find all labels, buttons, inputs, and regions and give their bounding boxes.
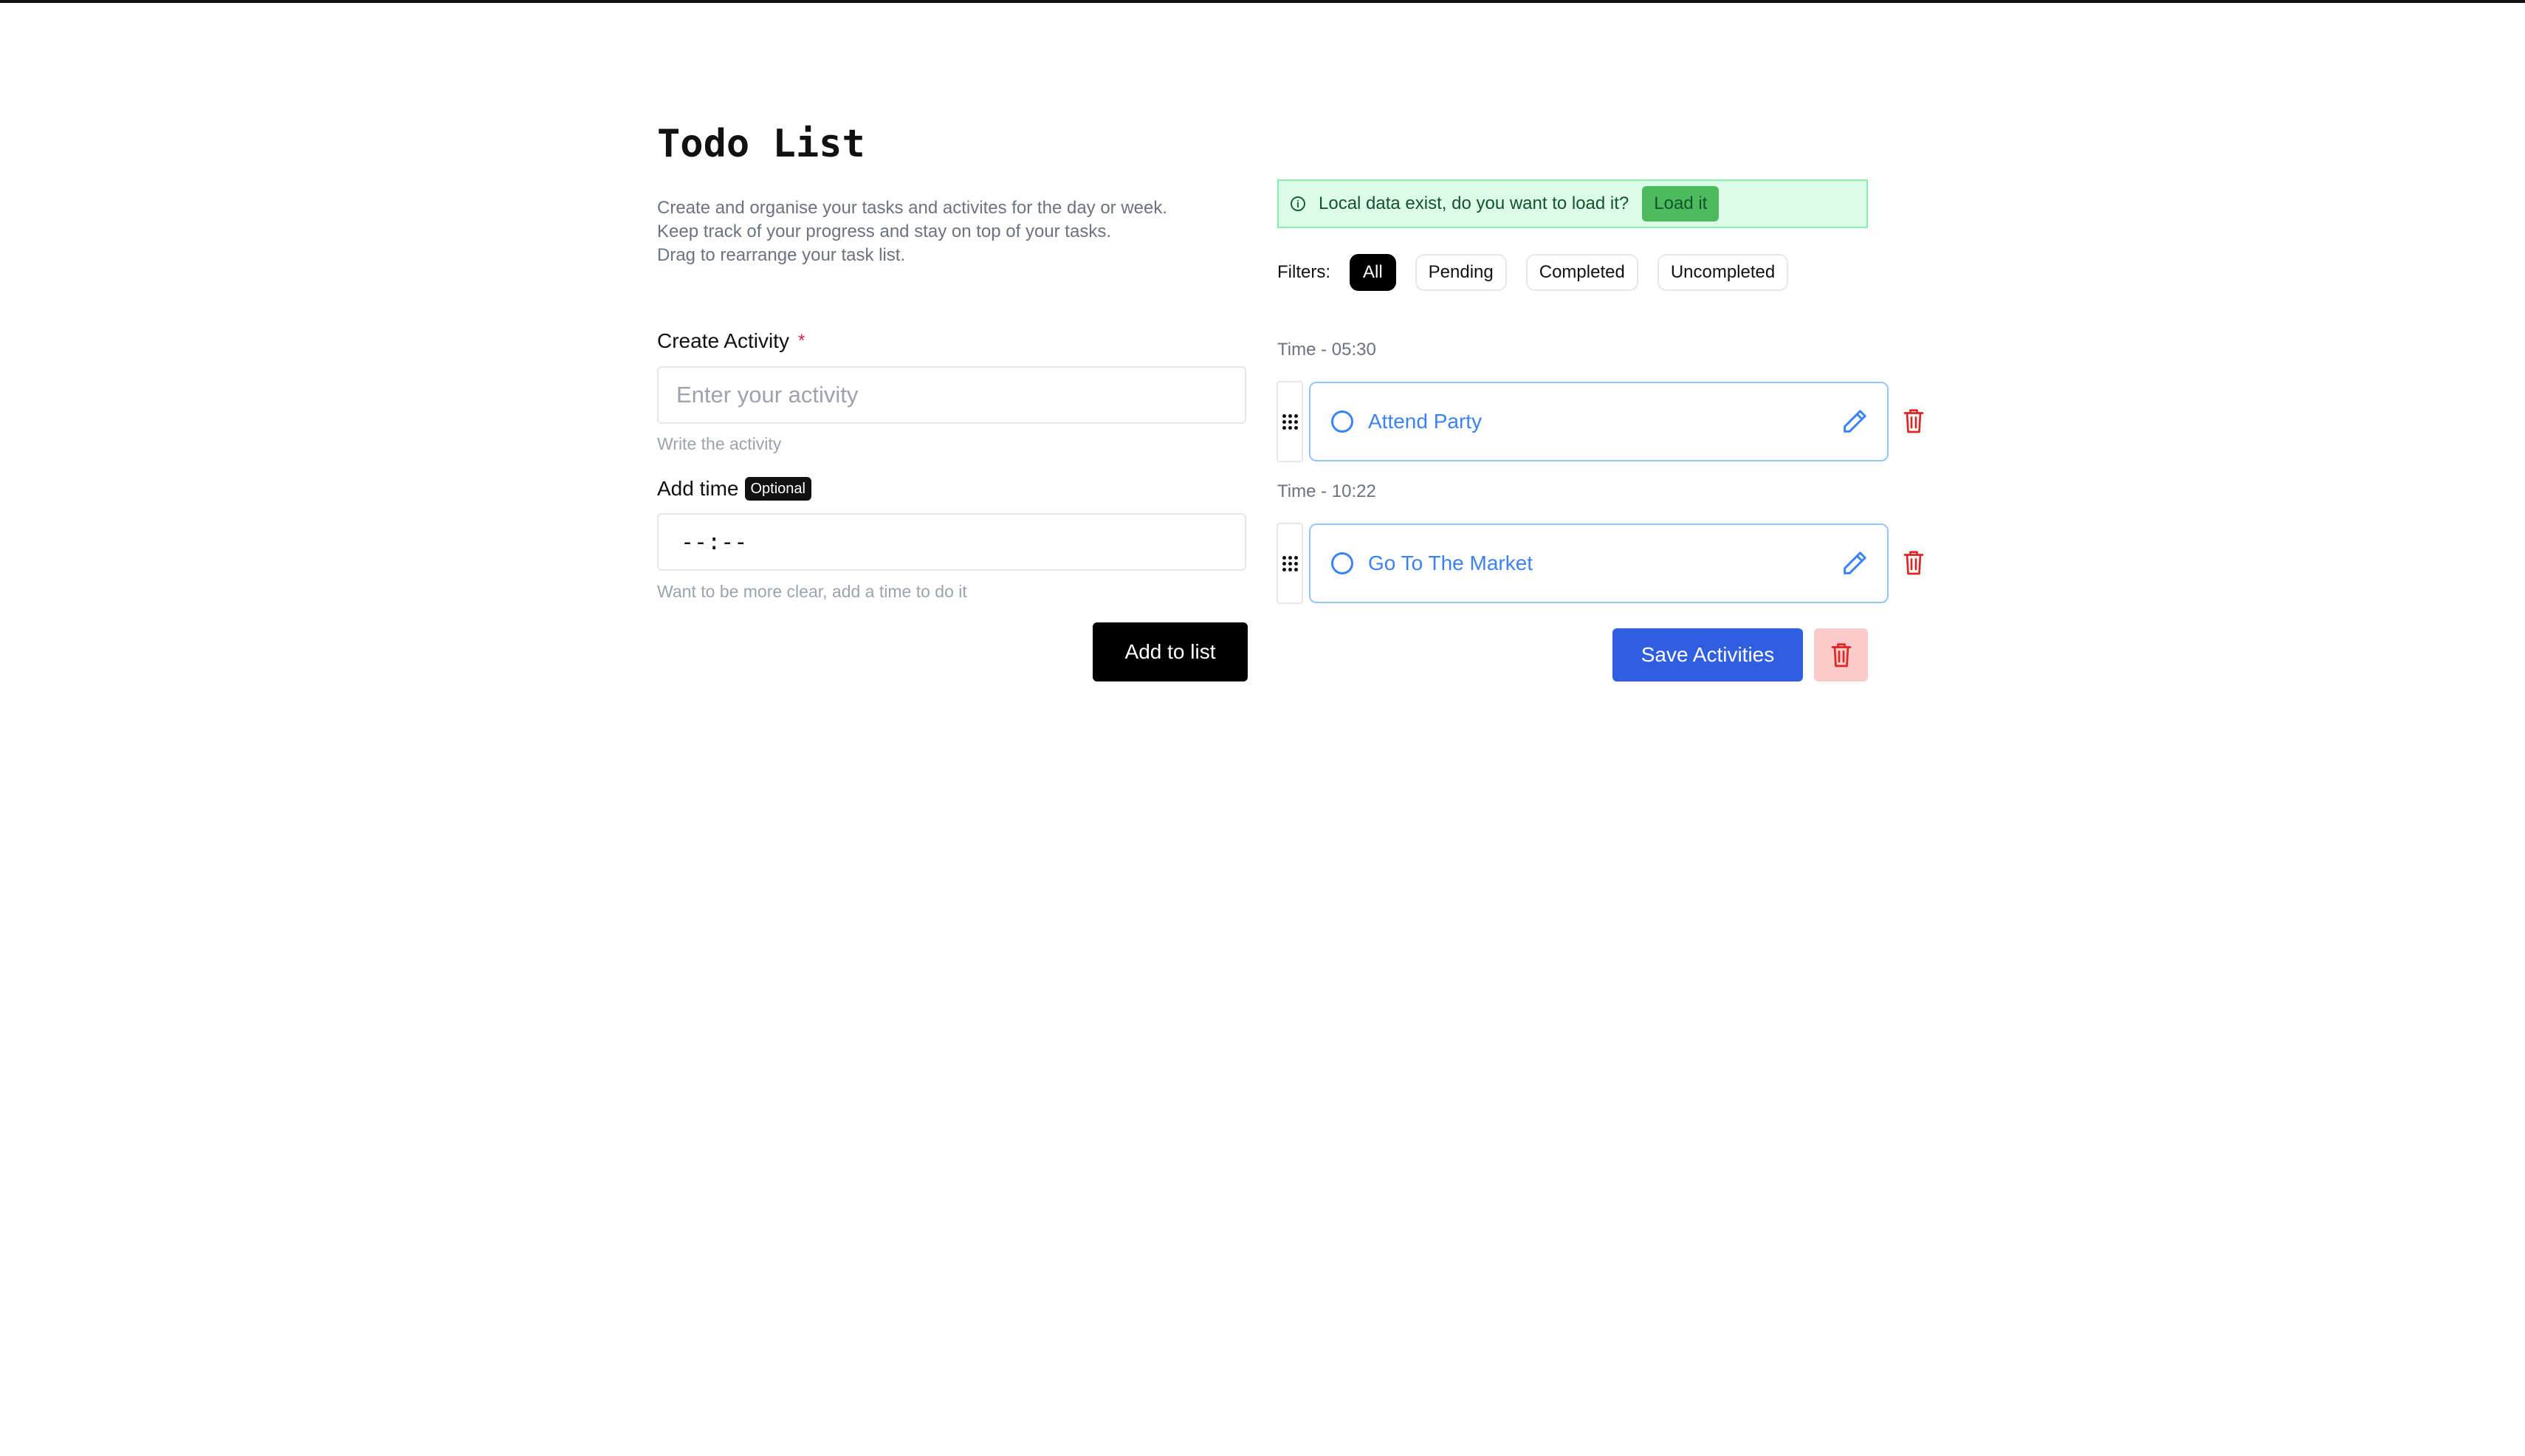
time-hint: Want to be more clear, add a time to do … [657,582,967,601]
page-description: Create and organise your tasks and activ… [657,196,1248,267]
drag-handle[interactable] [1277,381,1303,462]
save-activities-button[interactable]: Save Activities [1612,628,1803,681]
delete-task-icon[interactable] [1903,408,1925,434]
delete-task-icon[interactable] [1903,549,1925,576]
activity-hint: Write the activity [657,434,782,453]
task-item[interactable]: Attend Party [1309,382,1889,461]
page-title: Todo List [657,122,865,166]
activity-input[interactable]: Enter your activity [657,366,1246,424]
description-line: Drag to rearrange your task list. [657,245,906,265]
grip-icon [1282,555,1298,571]
filter-uncompleted[interactable]: Uncompleted [1657,254,1789,291]
clear-all-button[interactable] [1814,628,1868,681]
alert-message: Local data exist, do you want to load it… [1319,193,1629,213]
description-line: Keep track of your progress and stay on … [657,222,1111,241]
complete-toggle-icon[interactable] [1331,411,1353,433]
trash-icon [1831,643,1851,667]
task-time-label: Time - 05:30 [1277,340,1376,360]
filter-completed[interactable]: Completed [1525,254,1638,291]
filters-label: Filters: [1277,262,1330,282]
description-line: Create and organise your tasks and activ… [657,198,1168,218]
info-icon: i [1291,196,1305,211]
task-text: Go To The Market [1368,552,1533,574]
optional-badge: Optional [744,477,811,501]
add-to-list-button[interactable]: Add to list [1093,622,1248,681]
edit-icon[interactable] [1840,549,1869,578]
task-item[interactable]: Go To The Market [1309,523,1889,603]
time-input[interactable]: --:-- [657,513,1246,571]
filter-bar: Filters: All Pending Completed Uncomplet… [1277,254,1789,291]
time-input-value: --:-- [681,529,748,555]
time-label: Add time Optional [657,477,811,501]
activity-label-text: Create Activity [657,329,789,352]
local-data-alert: i Local data exist, do you want to load … [1277,179,1868,228]
required-asterisk: * [797,331,805,351]
task-time-label: Time - 10:22 [1277,481,1376,501]
drag-handle[interactable] [1277,523,1303,604]
edit-icon[interactable] [1840,407,1869,436]
load-it-button[interactable]: Load it [1642,186,1720,222]
time-label-text: Add time [657,477,739,500]
top-border [0,0,2525,3]
activity-placeholder: Enter your activity [676,382,859,408]
task-text: Attend Party [1368,410,1483,433]
complete-toggle-icon[interactable] [1331,552,1353,574]
filter-all[interactable]: All [1350,254,1396,291]
grip-icon [1282,413,1298,430]
filter-pending[interactable]: Pending [1415,254,1507,291]
activity-label: Create Activity * [657,329,805,353]
